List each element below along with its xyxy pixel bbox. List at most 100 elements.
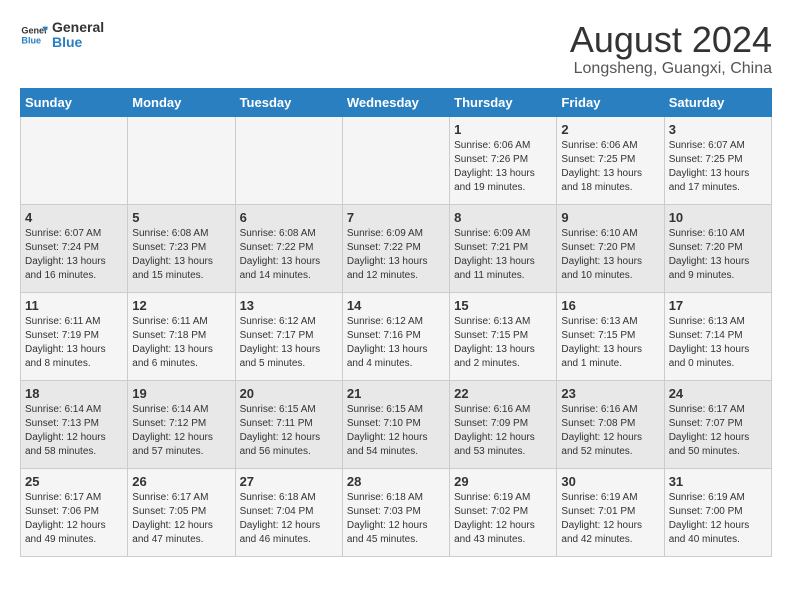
cell-details: Sunrise: 6:12 AM Sunset: 7:17 PM Dayligh… [240, 315, 338, 371]
cell-details: Sunrise: 6:12 AM Sunset: 7:16 PM Dayligh… [347, 315, 445, 371]
cell-details: Sunrise: 6:10 AM Sunset: 7:20 PM Dayligh… [669, 227, 767, 283]
weekday-header-saturday: Saturday [664, 88, 771, 116]
calendar-cell: 26 Sunrise: 6:17 AM Sunset: 7:05 PM Dayli… [128, 468, 235, 556]
day-number: 11 [25, 298, 123, 313]
cell-details: Sunrise: 6:06 AM Sunset: 7:25 PM Dayligh… [561, 139, 659, 195]
day-number: 13 [240, 298, 338, 313]
day-number: 9 [561, 210, 659, 225]
logo-text-blue: Blue [52, 35, 104, 50]
cell-details: Sunrise: 6:13 AM Sunset: 7:15 PM Dayligh… [454, 315, 552, 371]
day-number: 3 [669, 122, 767, 137]
cell-details: Sunrise: 6:16 AM Sunset: 7:08 PM Dayligh… [561, 403, 659, 459]
calendar-cell: 15 Sunrise: 6:13 AM Sunset: 7:15 PM Dayli… [450, 292, 557, 380]
calendar-cell: 5 Sunrise: 6:08 AM Sunset: 7:23 PM Daylig… [128, 204, 235, 292]
calendar-cell: 16 Sunrise: 6:13 AM Sunset: 7:15 PM Dayli… [557, 292, 664, 380]
weekday-header-sunday: Sunday [21, 88, 128, 116]
cell-details: Sunrise: 6:15 AM Sunset: 7:11 PM Dayligh… [240, 403, 338, 459]
calendar-cell: 2 Sunrise: 6:06 AM Sunset: 7:25 PM Daylig… [557, 116, 664, 204]
day-number: 6 [240, 210, 338, 225]
cell-details: Sunrise: 6:18 AM Sunset: 7:03 PM Dayligh… [347, 491, 445, 547]
day-number: 1 [454, 122, 552, 137]
calendar-cell: 9 Sunrise: 6:10 AM Sunset: 7:20 PM Daylig… [557, 204, 664, 292]
day-number: 19 [132, 386, 230, 401]
day-number: 28 [347, 474, 445, 489]
cell-details: Sunrise: 6:17 AM Sunset: 7:05 PM Dayligh… [132, 491, 230, 547]
calendar-cell: 13 Sunrise: 6:12 AM Sunset: 7:17 PM Dayli… [235, 292, 342, 380]
calendar-table: SundayMondayTuesdayWednesdayThursdayFrid… [20, 88, 772, 557]
weekday-header-monday: Monday [128, 88, 235, 116]
calendar-cell: 18 Sunrise: 6:14 AM Sunset: 7:13 PM Dayli… [21, 380, 128, 468]
cell-details: Sunrise: 6:18 AM Sunset: 7:04 PM Dayligh… [240, 491, 338, 547]
calendar-cell: 12 Sunrise: 6:11 AM Sunset: 7:18 PM Dayli… [128, 292, 235, 380]
calendar-cell: 23Sunrise: 6:16 AM Sunset: 7:08 PM Dayli… [557, 380, 664, 468]
day-number: 24 [669, 386, 767, 401]
day-number: 16 [561, 298, 659, 313]
calendar-cell: 7 Sunrise: 6:09 AM Sunset: 7:22 PM Daylig… [342, 204, 449, 292]
calendar-cell: 21 Sunrise: 6:15 AM Sunset: 7:10 PM Dayli… [342, 380, 449, 468]
calendar-cell: 6Sunrise: 6:08 AM Sunset: 7:22 PM Daylig… [235, 204, 342, 292]
location-label: Longsheng, Guangxi, China [570, 60, 772, 78]
calendar-cell [342, 116, 449, 204]
cell-details: Sunrise: 6:07 AM Sunset: 7:24 PM Dayligh… [25, 227, 123, 283]
calendar-week-row: 11 Sunrise: 6:11 AM Sunset: 7:19 PM Dayli… [21, 292, 772, 380]
day-number: 20 [240, 386, 338, 401]
weekday-header-tuesday: Tuesday [235, 88, 342, 116]
calendar-week-row: 25Sunrise: 6:17 AM Sunset: 7:06 PM Dayli… [21, 468, 772, 556]
day-number: 8 [454, 210, 552, 225]
cell-details: Sunrise: 6:15 AM Sunset: 7:10 PM Dayligh… [347, 403, 445, 459]
cell-details: Sunrise: 6:17 AM Sunset: 7:06 PM Dayligh… [25, 491, 123, 547]
logo: General Blue General Blue [20, 20, 104, 51]
weekday-header-thursday: Thursday [450, 88, 557, 116]
day-number: 10 [669, 210, 767, 225]
calendar-cell: 1 Sunrise: 6:06 AM Sunset: 7:26 PM Daylig… [450, 116, 557, 204]
calendar-cell [235, 116, 342, 204]
month-year-title: August 2024 [570, 20, 772, 60]
calendar-cell: 20 Sunrise: 6:15 AM Sunset: 7:11 PM Dayli… [235, 380, 342, 468]
day-number: 12 [132, 298, 230, 313]
calendar-cell [128, 116, 235, 204]
day-number: 21 [347, 386, 445, 401]
cell-details: Sunrise: 6:13 AM Sunset: 7:15 PM Dayligh… [561, 315, 659, 371]
calendar-cell: 17 Sunrise: 6:13 AM Sunset: 7:14 PM Dayli… [664, 292, 771, 380]
cell-details: Sunrise: 6:19 AM Sunset: 7:00 PM Dayligh… [669, 491, 767, 547]
day-number: 30 [561, 474, 659, 489]
calendar-week-row: 18 Sunrise: 6:14 AM Sunset: 7:13 PM Dayli… [21, 380, 772, 468]
calendar-cell [21, 116, 128, 204]
cell-details: Sunrise: 6:10 AM Sunset: 7:20 PM Dayligh… [561, 227, 659, 283]
day-number: 27 [240, 474, 338, 489]
calendar-cell: 31Sunrise: 6:19 AM Sunset: 7:00 PM Dayli… [664, 468, 771, 556]
calendar-cell: 8 Sunrise: 6:09 AM Sunset: 7:21 PM Daylig… [450, 204, 557, 292]
cell-details: Sunrise: 6:07 AM Sunset: 7:25 PM Dayligh… [669, 139, 767, 195]
day-number: 17 [669, 298, 767, 313]
cell-details: Sunrise: 6:06 AM Sunset: 7:26 PM Dayligh… [454, 139, 552, 195]
calendar-cell: 3 Sunrise: 6:07 AM Sunset: 7:25 PM Daylig… [664, 116, 771, 204]
cell-details: Sunrise: 6:09 AM Sunset: 7:22 PM Dayligh… [347, 227, 445, 283]
cell-details: Sunrise: 6:09 AM Sunset: 7:21 PM Dayligh… [454, 227, 552, 283]
cell-details: Sunrise: 6:13 AM Sunset: 7:14 PM Dayligh… [669, 315, 767, 371]
day-number: 26 [132, 474, 230, 489]
day-number: 29 [454, 474, 552, 489]
weekday-header-row: SundayMondayTuesdayWednesdayThursdayFrid… [21, 88, 772, 116]
day-number: 14 [347, 298, 445, 313]
day-number: 2 [561, 122, 659, 137]
day-number: 22 [454, 386, 552, 401]
cell-details: Sunrise: 6:11 AM Sunset: 7:19 PM Dayligh… [25, 315, 123, 371]
day-number: 15 [454, 298, 552, 313]
cell-details: Sunrise: 6:11 AM Sunset: 7:18 PM Dayligh… [132, 315, 230, 371]
day-number: 5 [132, 210, 230, 225]
calendar-cell: 24Sunrise: 6:17 AM Sunset: 7:07 PM Dayli… [664, 380, 771, 468]
cell-details: Sunrise: 6:08 AM Sunset: 7:23 PM Dayligh… [132, 227, 230, 283]
calendar-cell: 10 Sunrise: 6:10 AM Sunset: 7:20 PM Dayli… [664, 204, 771, 292]
svg-text:Blue: Blue [21, 36, 41, 46]
cell-details: Sunrise: 6:16 AM Sunset: 7:09 PM Dayligh… [454, 403, 552, 459]
cell-details: Sunrise: 6:19 AM Sunset: 7:01 PM Dayligh… [561, 491, 659, 547]
calendar-week-row: 4Sunrise: 6:07 AM Sunset: 7:24 PM Daylig… [21, 204, 772, 292]
day-number: 18 [25, 386, 123, 401]
weekday-header-wednesday: Wednesday [342, 88, 449, 116]
calendar-cell: 11 Sunrise: 6:11 AM Sunset: 7:19 PM Dayli… [21, 292, 128, 380]
cell-details: Sunrise: 6:14 AM Sunset: 7:13 PM Dayligh… [25, 403, 123, 459]
logo-text-general: General [52, 20, 104, 35]
day-number: 7 [347, 210, 445, 225]
calendar-cell: 27 Sunrise: 6:18 AM Sunset: 7:04 PM Dayli… [235, 468, 342, 556]
calendar-cell: 25Sunrise: 6:17 AM Sunset: 7:06 PM Dayli… [21, 468, 128, 556]
